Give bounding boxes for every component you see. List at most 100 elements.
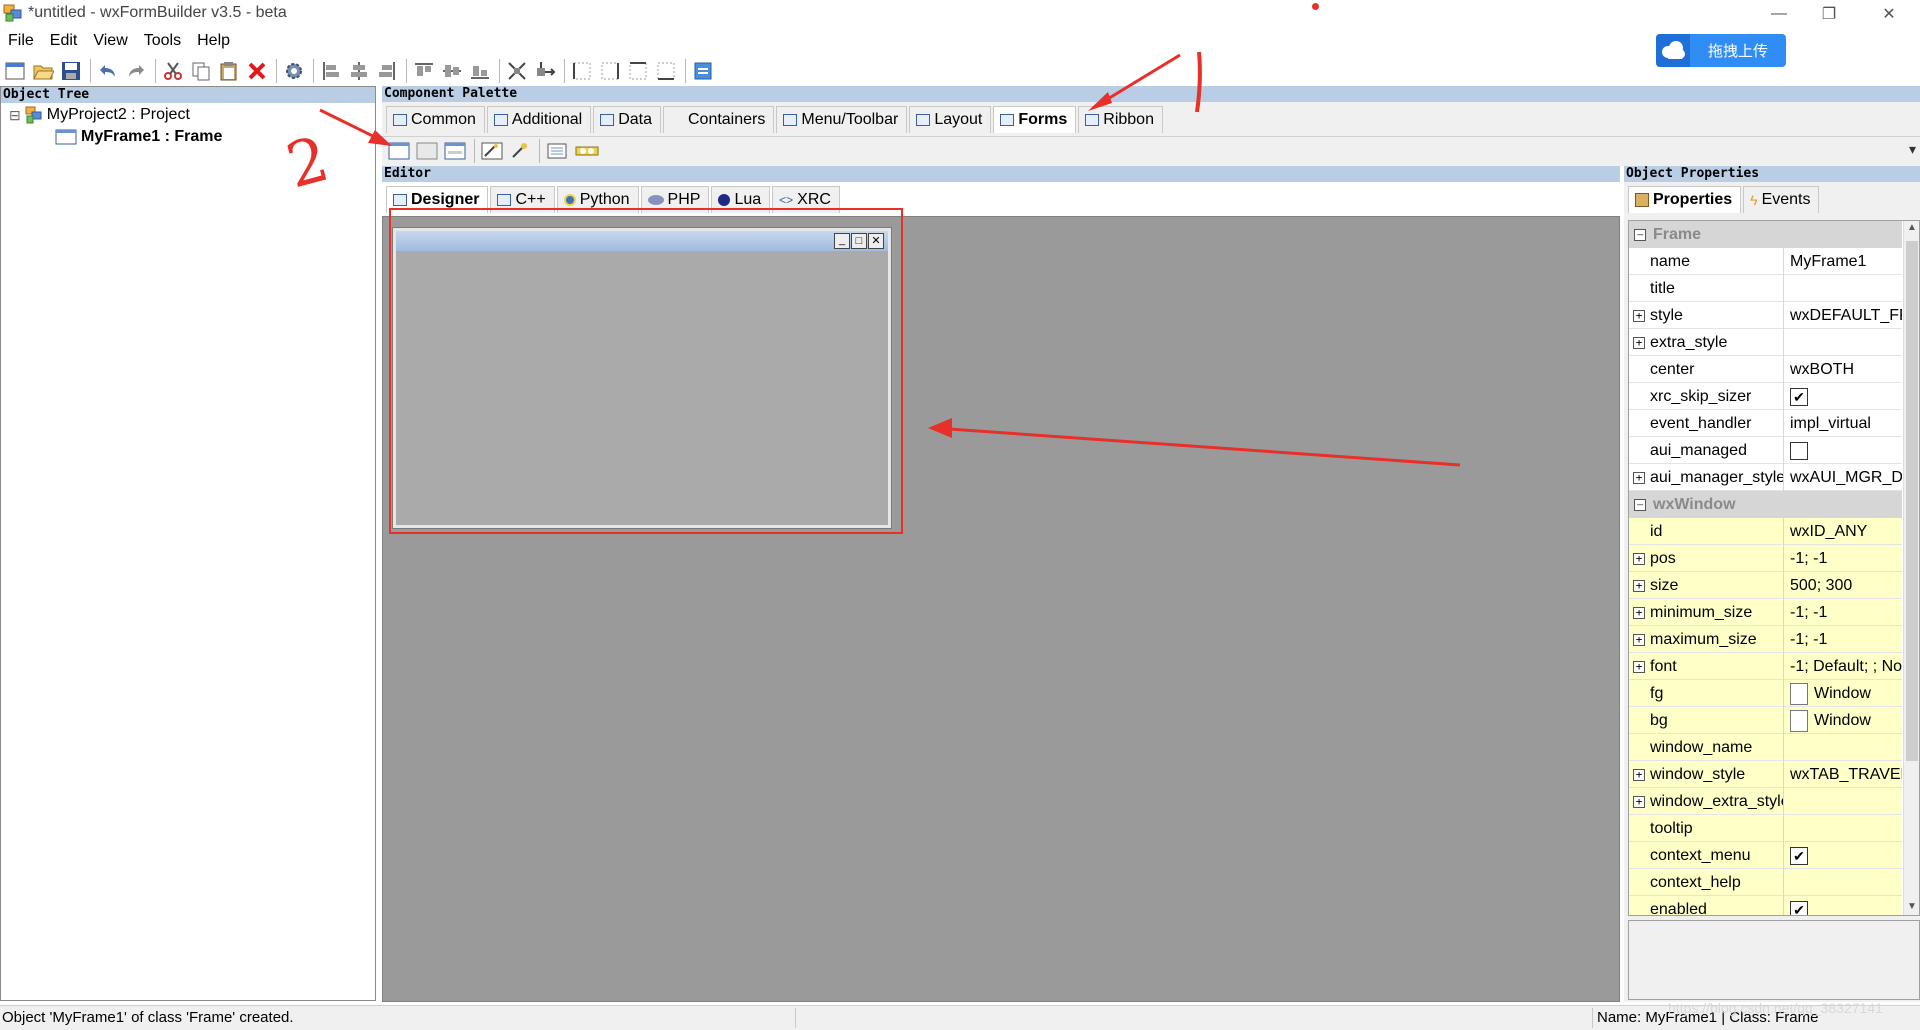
- property-value[interactable]: -1; -1: [1785, 545, 1902, 572]
- property-row-name[interactable]: name MyFrame1: [1629, 248, 1902, 275]
- menu-view[interactable]: View: [85, 30, 135, 52]
- property-row-window-style[interactable]: + window_style wxTAB_TRAVER: [1629, 761, 1902, 788]
- scrollbar-thumb[interactable]: [1906, 241, 1918, 761]
- maximize-button[interactable]: ❐: [1800, 0, 1858, 28]
- property-row-context-help[interactable]: context_help: [1629, 869, 1902, 896]
- property-value[interactable]: wxTAB_TRAVER: [1785, 761, 1902, 788]
- property-value[interactable]: [1785, 329, 1902, 356]
- tree-item-project[interactable]: ⊟ MyProject2 : Project: [9, 106, 190, 124]
- property-value[interactable]: [1785, 815, 1902, 842]
- property-row-pos[interactable]: + pos -1; -1: [1629, 545, 1902, 572]
- property-row-bg[interactable]: bg Window: [1629, 707, 1902, 734]
- property-row-window-extra-style[interactable]: + window_extra_style: [1629, 788, 1902, 815]
- open-project-button[interactable]: [30, 58, 56, 84]
- property-value[interactable]: 500; 300: [1785, 572, 1902, 599]
- redo-button[interactable]: [123, 58, 149, 84]
- property-checkbox[interactable]: [1790, 441, 1808, 460]
- tab-common[interactable]: Common: [386, 106, 485, 133]
- property-value[interactable]: ✔: [1785, 842, 1902, 869]
- property-row-minimum-size[interactable]: + minimum_size -1; -1: [1629, 599, 1902, 626]
- add-wizard-button[interactable]: [479, 138, 505, 164]
- property-value[interactable]: wxAUI_MGR_DE: [1785, 464, 1902, 491]
- collapse-icon[interactable]: −: [1634, 499, 1646, 511]
- add-panel-button[interactable]: [414, 138, 440, 164]
- property-row-window-name[interactable]: window_name: [1629, 734, 1902, 761]
- property-value[interactable]: -1; -1: [1785, 599, 1902, 626]
- expand-button[interactable]: [504, 58, 530, 84]
- property-row-maximum-size[interactable]: + maximum_size -1; -1: [1629, 626, 1902, 653]
- copy-button[interactable]: [188, 58, 214, 84]
- property-value[interactable]: [1785, 734, 1902, 761]
- paste-button[interactable]: [216, 58, 242, 84]
- property-value[interactable]: -1; Default; ; No: [1785, 653, 1902, 680]
- new-project-button[interactable]: [2, 58, 28, 84]
- tab-containers[interactable]: Containers: [662, 106, 775, 133]
- align-bottom-button[interactable]: [467, 58, 493, 84]
- tab-menu-toolbar[interactable]: Menu/Toolbar: [776, 106, 908, 133]
- property-value[interactable]: Window: [1785, 707, 1902, 734]
- tab-layout[interactable]: Layout: [909, 106, 992, 133]
- add-toolbar-button[interactable]: [544, 138, 570, 164]
- property-value[interactable]: [1785, 275, 1902, 302]
- color-swatch[interactable]: [1790, 682, 1808, 705]
- property-row-fg[interactable]: fg Window: [1629, 680, 1902, 707]
- collapse-icon[interactable]: −: [1634, 229, 1646, 241]
- property-checkbox[interactable]: ✔: [1790, 846, 1808, 865]
- properties-scrollbar[interactable]: ▲ ▼: [1903, 221, 1919, 915]
- property-row-font[interactable]: + font -1; Default; ; No: [1629, 653, 1902, 680]
- property-row-size[interactable]: + size 500; 300: [1629, 572, 1902, 599]
- property-row-extra-style[interactable]: + extra_style: [1629, 329, 1902, 356]
- property-value[interactable]: wxID_ANY: [1785, 518, 1902, 545]
- property-value[interactable]: [1785, 788, 1902, 815]
- property-row-center[interactable]: center wxBOTH: [1629, 356, 1902, 383]
- category-frame[interactable]: − Frame: [1629, 221, 1902, 248]
- border-top-button[interactable]: [625, 58, 651, 84]
- tree-item-frame[interactable]: MyFrame1 : Frame: [55, 128, 222, 146]
- property-value[interactable]: impl_virtual: [1785, 410, 1902, 437]
- add-frame-button[interactable]: [386, 138, 412, 164]
- collapse-icon[interactable]: ⊟: [9, 107, 21, 124]
- align-middle-button[interactable]: [439, 58, 465, 84]
- scroll-down-icon[interactable]: ▼: [1907, 901, 1917, 912]
- property-value[interactable]: MyFrame1: [1785, 248, 1902, 275]
- property-value[interactable]: [1785, 869, 1902, 896]
- property-row-context-menu[interactable]: context_menu ✔: [1629, 842, 1902, 869]
- undo-button[interactable]: [95, 58, 121, 84]
- xrc-preview-button[interactable]: [690, 58, 716, 84]
- property-row-aui-manager-style[interactable]: + aui_manager_style wxAUI_MGR_DE: [1629, 464, 1902, 491]
- align-right-button[interactable]: [374, 58, 400, 84]
- border-bottom-button[interactable]: [653, 58, 679, 84]
- menu-tools[interactable]: Tools: [136, 30, 189, 52]
- border-left-button[interactable]: [569, 58, 595, 84]
- cut-button[interactable]: [160, 58, 186, 84]
- align-left-button[interactable]: [318, 58, 344, 84]
- generate-code-button[interactable]: [281, 58, 307, 84]
- property-row-style[interactable]: + style wxDEFAULT_FR: [1629, 302, 1902, 329]
- property-checkbox[interactable]: ✔: [1790, 900, 1808, 915]
- close-window-button[interactable]: ✕: [1860, 0, 1918, 28]
- tab-additional[interactable]: Additional: [486, 106, 592, 133]
- property-checkbox[interactable]: ✔: [1790, 387, 1808, 406]
- property-row-aui-managed[interactable]: aui_managed: [1629, 437, 1902, 464]
- align-top-button[interactable]: [411, 58, 437, 84]
- tab-ribbon[interactable]: Ribbon: [1078, 106, 1163, 133]
- tab-properties[interactable]: Properties: [1628, 186, 1742, 213]
- property-value[interactable]: wxDEFAULT_FR: [1785, 302, 1902, 329]
- add-menubar-button[interactable]: [507, 138, 533, 164]
- property-row-tooltip[interactable]: tooltip: [1629, 815, 1902, 842]
- property-value[interactable]: ✔: [1785, 896, 1902, 915]
- property-row-id[interactable]: id wxID_ANY: [1629, 518, 1902, 545]
- add-timer-button[interactable]: [572, 138, 602, 164]
- stretch-button[interactable]: [532, 58, 558, 84]
- save-project-button[interactable]: [58, 58, 84, 84]
- property-value[interactable]: ✔: [1785, 383, 1902, 410]
- scroll-up-icon[interactable]: ▲: [1907, 222, 1917, 233]
- palette-scroll-icon[interactable]: ▾: [1909, 141, 1916, 158]
- align-center-button[interactable]: [346, 58, 372, 84]
- menu-help[interactable]: Help: [189, 30, 238, 52]
- category-wxwindow[interactable]: − wxWindow: [1629, 491, 1902, 518]
- menu-file[interactable]: File: [0, 30, 42, 52]
- menu-edit[interactable]: Edit: [42, 30, 86, 52]
- property-row-title[interactable]: title: [1629, 275, 1902, 302]
- property-row-event-handler[interactable]: event_handler impl_virtual: [1629, 410, 1902, 437]
